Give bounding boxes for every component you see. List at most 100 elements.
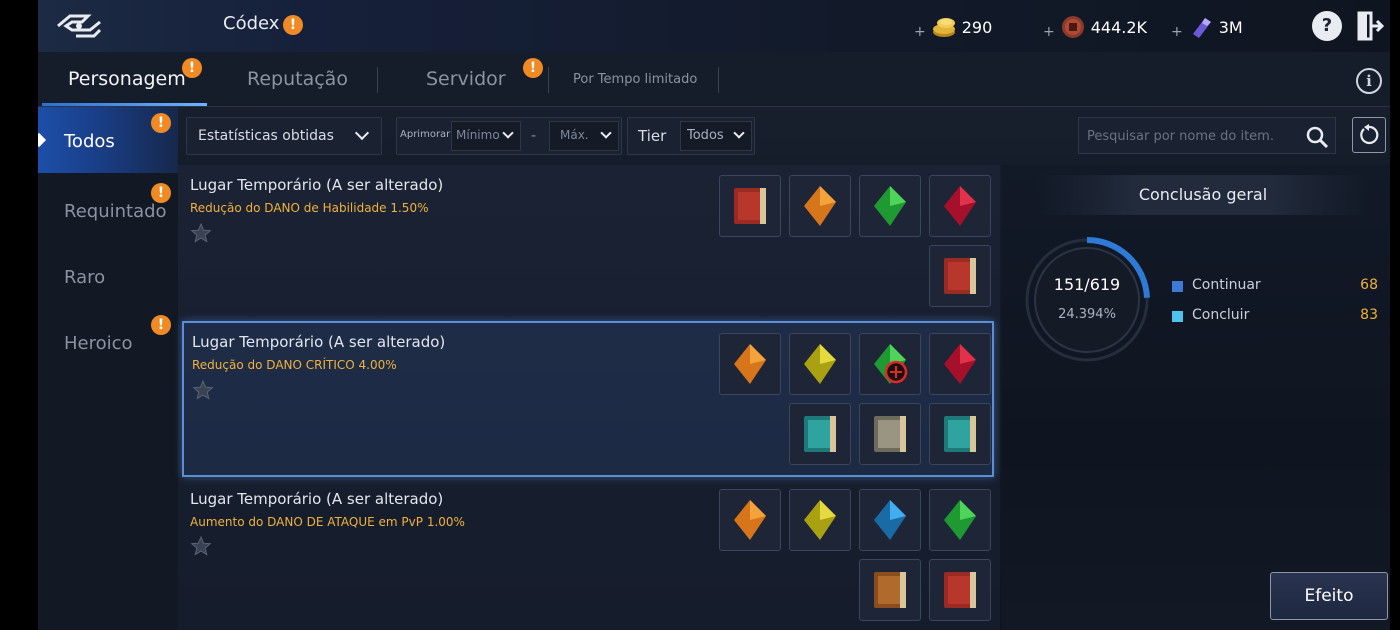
entry-title: Lugar Temporário (A ser alterado): [192, 333, 446, 351]
legend-color-swatch: [1172, 281, 1183, 292]
sidebar-item-label: Raro: [64, 267, 106, 288]
grey-book-icon[interactable]: [859, 403, 921, 465]
page-title-text: Códex: [223, 13, 280, 34]
copper-value: 444.2K: [1090, 17, 1148, 37]
orange-crystal-icon[interactable]: [719, 489, 781, 551]
completion-title: Conclusão geral: [1038, 175, 1368, 215]
active-tab-indicator: [42, 103, 207, 106]
main-tabs: Personagem ! Reputação Servidor ! Por Te…: [38, 52, 1390, 107]
top-bar: Códex ! + 290 + 444.2K + 3M ?: [38, 0, 1390, 52]
copper-coin-icon: [1061, 16, 1084, 38]
tab-divider: [377, 67, 378, 93]
gold-coins-icon: [932, 18, 955, 37]
legend-concluir: Concluir 83: [1172, 307, 1382, 327]
info-icon[interactable]: i: [1356, 68, 1382, 94]
codex-entry-selected[interactable]: Lugar Temporário (A ser alterado) Reduçã…: [182, 321, 994, 477]
category-sidebar: Todos ! Requintado ! Raro Heroico !: [38, 107, 178, 630]
orange-crystal-icon[interactable]: [789, 175, 851, 237]
currency-copper[interactable]: + 444.2K: [1043, 14, 1147, 40]
green-crystal-icon[interactable]: [929, 489, 991, 551]
yellow-crystal-icon[interactable]: [789, 333, 851, 395]
sidebar-item-raro[interactable]: Raro: [38, 243, 178, 309]
star-icon[interactable]: [190, 222, 212, 244]
sidebar-item-requintado[interactable]: Requintado !: [38, 177, 178, 243]
legend-label: Concluir: [1192, 307, 1250, 323]
currency-crystal[interactable]: + 3M: [1171, 14, 1243, 41]
star-icon[interactable]: [192, 379, 214, 401]
completion-count: 151/619: [1053, 275, 1121, 294]
tab-divider: [718, 67, 719, 93]
tab-servidor-alert-icon: !: [523, 58, 543, 78]
max-label: Máx.: [560, 128, 589, 142]
chevron-down-icon: [354, 125, 370, 141]
codex-entry-list: Lugar Temporário (A ser alterado) Reduçã…: [178, 165, 1000, 630]
crystal-icon: [1192, 18, 1211, 38]
title-alert-icon: !: [283, 15, 303, 35]
completion-panel: Conclusão geral 151/619 24.394% Continua…: [1002, 165, 1390, 630]
chevron-down-icon: [600, 127, 612, 139]
red-book-icon[interactable]: [719, 175, 781, 237]
entry-stat: Aumento do DANO DE ATAQUE em PvP 1.00%: [190, 515, 465, 529]
red-crystal-icon[interactable]: [929, 333, 991, 395]
sidebar-alert-icon: !: [151, 113, 171, 133]
search-input[interactable]: [1087, 126, 1297, 146]
device-bezel-left: [0, 0, 38, 630]
red-book-icon[interactable]: [929, 559, 991, 621]
min-dropdown[interactable]: Mínimo: [451, 121, 521, 151]
effect-button[interactable]: Efeito: [1270, 572, 1388, 620]
entry-stat: Redução do DANO de Habilidade 1.50%: [190, 201, 429, 215]
tab-reputacao[interactable]: Reputação: [247, 68, 348, 90]
item-search: [1078, 117, 1336, 154]
max-dropdown[interactable]: Máx.: [549, 121, 619, 151]
completion-percent: 24.394%: [1058, 307, 1116, 322]
tab-servidor[interactable]: Servidor: [426, 68, 506, 90]
tier-dropdown[interactable]: Todos: [680, 121, 752, 151]
currency-gold[interactable]: + 290: [914, 14, 993, 41]
stats-filter-dropdown[interactable]: Estatísticas obtidas: [186, 117, 382, 155]
stats-filter-label: Estatísticas obtidas: [198, 128, 334, 144]
page-title: Códex !: [223, 13, 303, 35]
teal-book-icon[interactable]: [789, 403, 851, 465]
tab-personagem-alert-icon: !: [182, 58, 202, 78]
plus-icon: +: [1043, 24, 1055, 40]
green-crystal-locked-icon[interactable]: [859, 333, 921, 395]
tab-personagem[interactable]: Personagem: [68, 68, 186, 90]
brown-book-icon[interactable]: [859, 559, 921, 621]
yellow-crystal-icon[interactable]: [789, 489, 851, 551]
sidebar-item-label: Heroico: [64, 333, 133, 354]
gold-value: 290: [961, 17, 993, 37]
enhance-label: Aprimorar: [400, 129, 451, 140]
sidebar-item-heroico[interactable]: Heroico !: [38, 309, 178, 375]
search-icon[interactable]: [1305, 125, 1329, 149]
codex-entry[interactable]: Lugar Temporário (A ser alterado) Aument…: [182, 483, 994, 623]
min-label: Mínimo: [456, 128, 500, 142]
tab-por-tempo-limitado[interactable]: Por Tempo limitado: [573, 72, 697, 87]
sidebar-alert-icon: !: [151, 315, 171, 335]
teal-book-icon[interactable]: [929, 403, 991, 465]
back-logo-icon[interactable]: [54, 10, 104, 42]
star-icon[interactable]: [190, 535, 212, 557]
refresh-button[interactable]: [1352, 117, 1386, 153]
red-book-icon[interactable]: [929, 245, 991, 307]
chevron-down-icon: [502, 127, 514, 139]
sidebar-alert-icon: !: [151, 183, 171, 203]
exit-icon[interactable]: [1356, 10, 1384, 42]
help-button[interactable]: ?: [1312, 11, 1342, 41]
completion-ring: [1024, 237, 1150, 363]
entry-stat: Redução do DANO CRÍTICO 4.00%: [192, 358, 397, 372]
selected-marker-icon: [38, 132, 47, 148]
legend-value: 68: [1360, 277, 1378, 293]
legend-continuar: Continuar 68: [1172, 277, 1382, 297]
plus-icon: +: [914, 24, 926, 40]
tier-filter: Tier Todos: [627, 117, 755, 155]
enhance-filter: Aprimorar Mínimo - Máx.: [396, 117, 622, 155]
blue-crystal-icon[interactable]: [859, 489, 921, 551]
legend-color-swatch: [1172, 311, 1183, 322]
red-crystal-icon[interactable]: [929, 175, 991, 237]
codex-entry[interactable]: Lugar Temporário (A ser alterado) Reduçã…: [182, 170, 994, 310]
legend-label: Continuar: [1192, 277, 1261, 293]
green-crystal-icon[interactable]: [859, 175, 921, 237]
sidebar-item-todos[interactable]: Todos !: [38, 107, 178, 173]
crystal-value: 3M: [1218, 17, 1243, 37]
orange-crystal-icon[interactable]: [719, 333, 781, 395]
